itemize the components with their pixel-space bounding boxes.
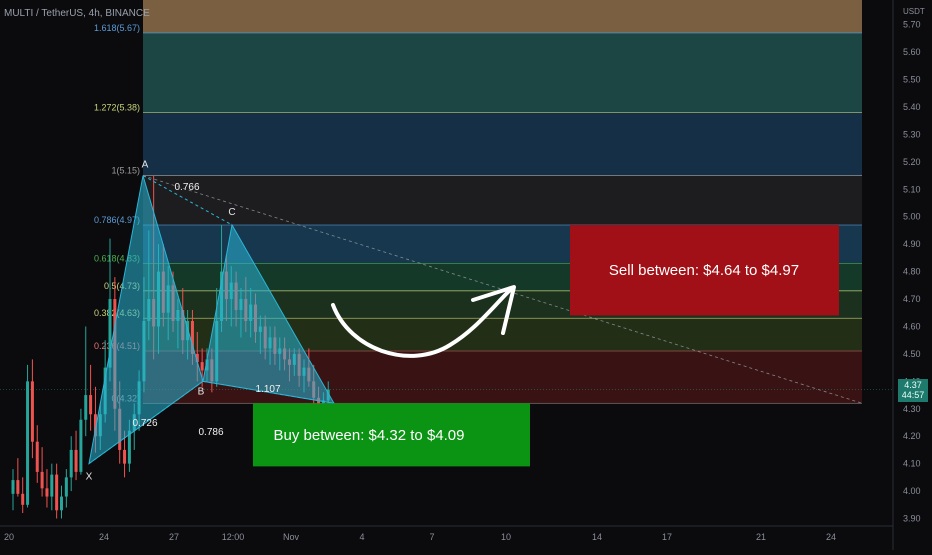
candle-body <box>21 493 25 505</box>
harmonic-ratio-label: 0.786 <box>198 427 223 438</box>
price-axis-unit: USDT <box>903 7 925 16</box>
candle-body <box>123 449 127 464</box>
harmonic-ratio-label: 1.107 <box>255 384 280 395</box>
time-tick-label: 17 <box>662 532 672 542</box>
candle-body <box>89 395 93 415</box>
candle-body <box>40 471 44 489</box>
price-tick-label: 5.40 <box>903 102 921 112</box>
buy-zone-label: Buy between: $4.32 to $4.09 <box>274 427 465 444</box>
candle-body <box>45 488 49 497</box>
price-tick-label: 5.60 <box>903 47 921 57</box>
candle-body <box>26 381 30 505</box>
fib-band-top <box>143 0 862 33</box>
bar-countdown: 44:57 <box>901 390 925 400</box>
candle-body <box>69 449 73 478</box>
fib-band <box>143 32 862 113</box>
time-tick-label: 7 <box>429 532 434 542</box>
candle-body <box>74 449 78 472</box>
price-tick-label: 3.90 <box>903 514 921 524</box>
candle-body <box>11 480 15 494</box>
price-tick-label: 4.80 <box>903 267 921 277</box>
price-tick-label: 4.60 <box>903 321 921 331</box>
fib-level-label: 1.272(5.38) <box>94 102 140 112</box>
harmonic-point-label: C <box>228 207 235 218</box>
last-price-value: 4.37 <box>904 380 922 390</box>
time-tick-label: Nov <box>283 532 300 542</box>
price-tick-label: 4.10 <box>903 459 921 469</box>
fib-bands-layer: 1.618(5.67) 1.272(5.38) 1(5.15) 0.786(4.97)… <box>94 0 862 404</box>
price-tick-label: 5.30 <box>903 129 921 139</box>
candle-body <box>50 474 54 497</box>
price-tick-label: 4.20 <box>903 431 921 441</box>
candle-body <box>79 419 83 472</box>
candle-body <box>64 477 68 497</box>
price-tick-label: 5.00 <box>903 212 921 222</box>
candle-body <box>30 381 34 442</box>
fib-band <box>143 175 862 225</box>
chart-title: MULTI / TetherUS, 4h, BINANCE <box>4 8 150 19</box>
harmonic-ratio-label: 0.766 <box>174 182 199 193</box>
candle-body <box>84 395 88 420</box>
time-tick-label: 20 <box>4 532 14 542</box>
harmonic-point-label: X <box>86 472 93 483</box>
fib-level-label: 0.786(4.97) <box>94 215 140 225</box>
price-tick-label: 5.50 <box>903 75 921 85</box>
fib-level-label: 1.618(5.67) <box>94 23 140 33</box>
fib-band <box>143 112 862 176</box>
candle-body <box>16 480 20 494</box>
price-tick-label: 5.70 <box>903 20 921 30</box>
harmonic-ratio-label: 0.726 <box>132 418 157 429</box>
candlestick-chart[interactable]: 1.618(5.67) 1.272(5.38) 1(5.15) 0.786(4.97)… <box>0 0 932 550</box>
harmonic-point-label: B <box>198 386 205 397</box>
candle-body <box>60 496 63 511</box>
price-tick-label: 4.00 <box>903 486 921 496</box>
price-tick-label: 4.90 <box>903 239 921 249</box>
harmonic-point-label: A <box>142 160 149 171</box>
price-tick-label: 5.10 <box>903 184 921 194</box>
candle-body <box>35 441 39 472</box>
price-tick-label: 4.50 <box>903 349 921 359</box>
time-tick-label: 10 <box>501 532 511 542</box>
time-tick-label: 14 <box>592 532 602 542</box>
chart-area[interactable]: 1.618(5.67) 1.272(5.38) 1(5.15) 0.786(4.97)… <box>0 0 932 550</box>
time-tick-label: 21 <box>756 532 766 542</box>
candle-body <box>55 474 59 511</box>
price-tick-label: 4.70 <box>903 294 921 304</box>
sell-zone-label: Sell between: $4.64 to $4.97 <box>609 262 799 279</box>
fib-level-label: 1(5.15) <box>111 166 140 176</box>
time-tick-label: 27 <box>169 532 179 542</box>
time-tick-label: 24 <box>99 532 109 542</box>
time-tick-label: 4 <box>359 532 364 542</box>
time-tick-label: 12:00 <box>222 532 245 542</box>
price-tick-label: 4.30 <box>903 404 921 414</box>
price-tick-label: 5.20 <box>903 157 921 167</box>
time-tick-label: 24 <box>826 532 836 542</box>
last-price-tag: 4.37 44:57 <box>898 379 928 402</box>
candle-body <box>200 362 204 371</box>
